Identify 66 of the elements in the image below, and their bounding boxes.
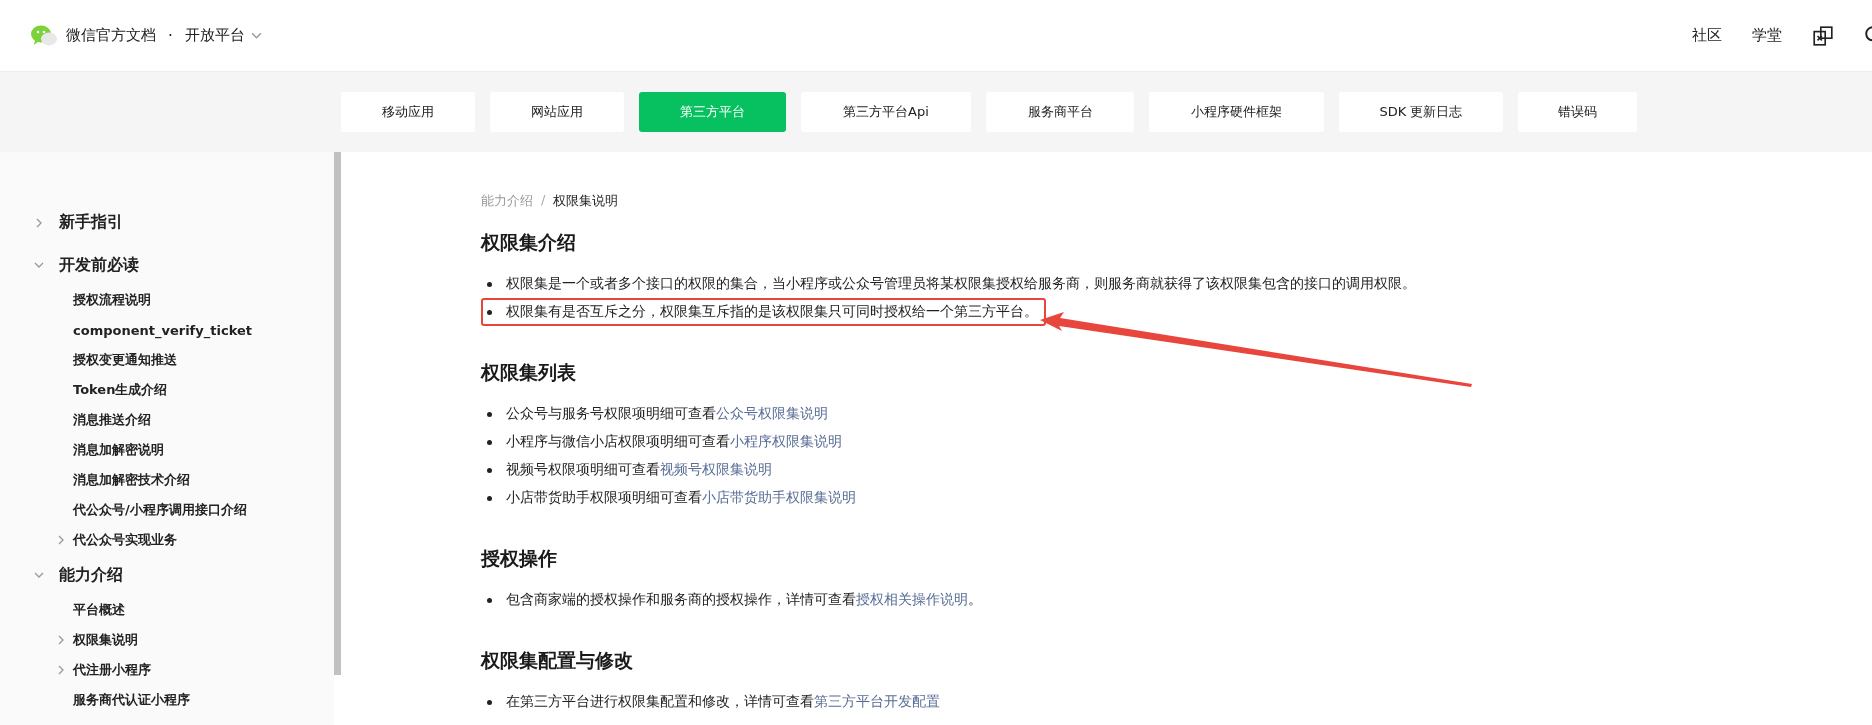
section-heading: 权限集配置与修改 [481, 648, 634, 673]
list-text: 权限集有是否互斥之分，权限集互斥指的是该权限集只可同时授权给一个第三方平台。 [506, 303, 1038, 321]
bullet-icon [487, 309, 492, 315]
sidebar-item[interactable]: 授权流程说明 [73, 291, 151, 309]
doc-link[interactable]: 小店带货助手权限集说明 [702, 489, 856, 505]
sidebar-item[interactable]: 服务商代认证小程序 [73, 691, 190, 709]
expand-chevron-icon[interactable] [56, 535, 66, 545]
sidebar-item[interactable]: 代公众号实现业务 [73, 531, 177, 549]
category-tab[interactable]: SDK 更新日志 [1339, 92, 1503, 132]
category-tab[interactable]: 第三方平台Api [801, 92, 971, 132]
sidebar-item[interactable]: 授权变更通知推送 [73, 351, 177, 369]
sidebar-item[interactable]: 能力介绍 [59, 564, 123, 586]
sidebar-item[interactable]: 消息推送介绍 [73, 411, 151, 429]
sidebar-item[interactable]: 消息加解密技术介绍 [73, 471, 190, 489]
sidebar-item[interactable]: 代公众号/小程序调用接口介绍 [73, 501, 247, 519]
expand-chevron-icon[interactable] [34, 217, 44, 228]
site-title[interactable]: 微信官方文档 [66, 26, 156, 45]
expand-chevron-icon[interactable] [56, 635, 66, 645]
list-text: 权限集是一个或者多个接口的权限的集合，当小程序或公众号管理员将某权限集授权给服务商，则服务商就获得了该权限集包含的接口的调用权限。 [506, 275, 1416, 293]
platform-dropdown[interactable]: 开放平台 [184, 26, 262, 45]
section-heading: 授权操作 [481, 546, 558, 571]
bullet-icon [487, 597, 492, 603]
header-link[interactable]: 社区 [1692, 26, 1722, 45]
caret-icon[interactable] [250, 30, 262, 41]
scrollbar-thumb[interactable] [334, 152, 341, 675]
breadcrumb-separator: / [541, 192, 546, 209]
breadcrumb-current[interactable]: 权限集说明 [553, 192, 619, 210]
list-text: 包含商家端的授权操作和服务商的授权操作，详情可查看授权相关操作说明。 [506, 591, 982, 609]
bullet-icon [487, 699, 492, 705]
bullet-icon [487, 467, 492, 473]
squares-icon[interactable] [1812, 24, 1834, 47]
bullet-icon [487, 495, 492, 501]
sidebar-item[interactable]: Token生成介绍 [73, 381, 168, 399]
collapse-chevron-icon[interactable] [34, 570, 44, 580]
section-heading: 权限集列表 [481, 360, 577, 385]
sidebar-item[interactable]: 新手指引 [59, 212, 123, 233]
bullet-icon [487, 411, 492, 417]
list-text: 在第三方平台进行权限集配置和修改，详情可查看第三方平台开发配置 [506, 693, 940, 711]
sidebar-item[interactable]: 平台概述 [73, 601, 125, 619]
sidebar-item[interactable]: component_verify_ticket [73, 322, 252, 338]
section-heading: 权限集介绍 [481, 230, 577, 255]
category-tab[interactable]: 服务商平台 [986, 92, 1134, 132]
sidebar-item[interactable]: 开发前必读 [59, 254, 139, 276]
list-text: 小店带货助手权限项明细可查看小店带货助手权限集说明 [506, 489, 856, 507]
doc-link[interactable]: 小程序权限集说明 [730, 433, 842, 449]
category-tab[interactable]: 移动应用 [341, 92, 475, 132]
expand-chevron-icon[interactable] [56, 665, 66, 675]
category-tab[interactable]: 错误码 [1518, 92, 1637, 132]
collapse-chevron-icon[interactable] [34, 260, 44, 270]
doc-link[interactable]: 授权相关操作说明 [856, 591, 968, 607]
header-link[interactable]: 学堂 [1752, 26, 1782, 45]
sidebar-item[interactable]: 消息加解密说明 [73, 441, 164, 459]
sidebar-item[interactable]: 代注册小程序 [73, 661, 151, 679]
bullet-icon [487, 281, 492, 287]
sidebar-item[interactable]: 权限集说明 [73, 631, 138, 649]
list-text: 小程序与微信小店权限项明细可查看小程序权限集说明 [506, 433, 842, 451]
list-text: 视频号权限项明细可查看视频号权限集说明 [506, 461, 772, 479]
list-text: 公众号与服务号权限项明细可查看公众号权限集说明 [506, 405, 828, 423]
doc-link[interactable]: 视频号权限集说明 [660, 461, 772, 477]
category-tab[interactable]: 网站应用 [490, 92, 624, 132]
category-tab[interactable]: 小程序硬件框架 [1149, 92, 1324, 132]
doc-link[interactable]: 第三方平台开发配置 [814, 693, 940, 709]
title-separator: · [168, 26, 173, 45]
bullet-icon [487, 439, 492, 445]
chat-bubbles-logo-icon[interactable] [30, 23, 58, 48]
doc-link[interactable]: 公众号权限集说明 [716, 405, 828, 421]
